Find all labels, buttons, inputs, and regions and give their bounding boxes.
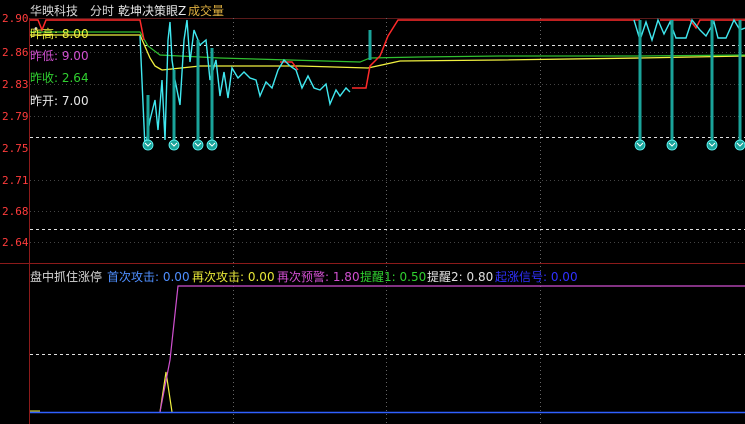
- indicator-bar: 盘中抓住涨停 首次攻击: 0.00 再次攻击: 0.00 再次预警: 1.80 …: [0, 268, 745, 284]
- avg-line-right: [161, 55, 745, 71]
- alert-marker: [666, 20, 678, 151]
- price-tick: 2.75: [2, 142, 29, 155]
- indicator-second-attack: 再次攻击: 0.00: [192, 270, 275, 284]
- price-tick: 2.71: [2, 174, 29, 187]
- indicator-magenta-line: [159, 285, 745, 413]
- price-tick: 2.83: [2, 78, 29, 91]
- price-tick: 2.86: [2, 46, 29, 59]
- indicator-title[interactable]: 盘中抓住涨停: [30, 268, 102, 285]
- price-tick: 2.64: [2, 236, 29, 249]
- red-line-mid: [352, 19, 640, 89]
- indicator-rise-signal: 起涨信号: 0.00: [495, 270, 578, 284]
- price-tick: 2.68: [2, 205, 29, 218]
- legend-prev-high: 昨高: 8.00: [30, 27, 89, 41]
- legend-prev-open: 昨开: 7.00: [30, 94, 89, 108]
- time-gridlines: [233, 18, 541, 424]
- indicator-first-attack: 首次攻击: 0.00: [107, 270, 190, 284]
- alert-marker: [706, 20, 718, 151]
- indicator-reminder-2: 提醒2: 0.80: [427, 270, 494, 284]
- indicator-reminder-1: 提醒1: 0.50: [360, 270, 427, 284]
- price-tick: 2.90: [2, 12, 29, 25]
- alert-marker: [634, 20, 646, 151]
- legend-prev-low: 昨低: 9.00: [30, 49, 89, 63]
- reference-lines: [30, 45, 745, 355]
- indicator-second-warning: 再次预警: 1.80: [277, 270, 360, 284]
- intraday-chart[interactable]: [0, 0, 745, 424]
- alert-marker: [734, 20, 745, 151]
- price-tick: 2.79: [2, 110, 29, 123]
- legend-prev-close: 昨收: 2.64: [30, 71, 89, 85]
- price-line-right: [633, 17, 745, 43]
